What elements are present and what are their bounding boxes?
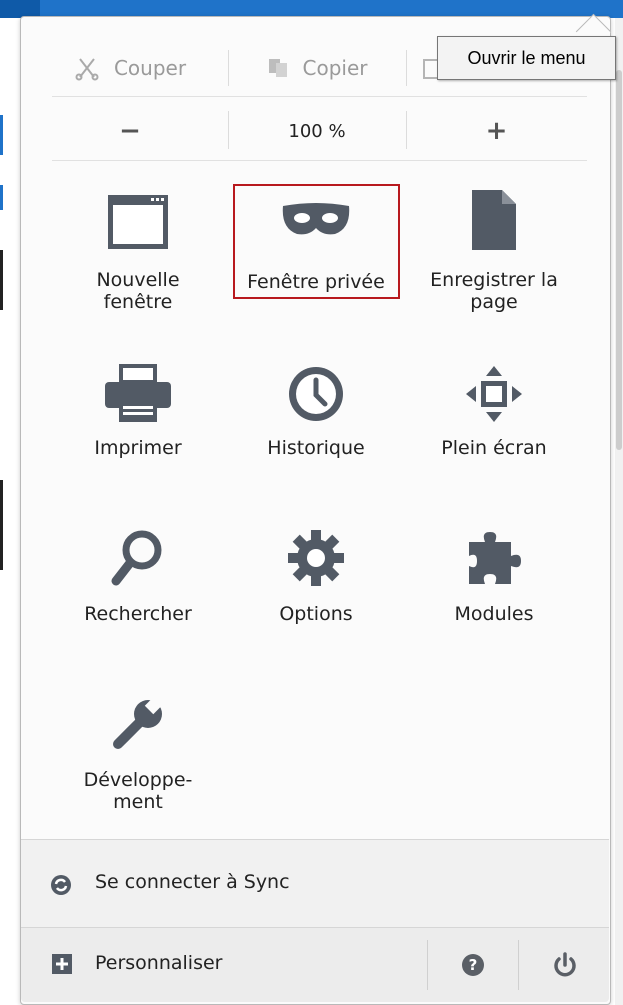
save-page-label-line2: page xyxy=(470,291,518,313)
history-button[interactable]: Historique xyxy=(226,360,406,470)
svg-text:?: ? xyxy=(469,956,478,974)
history-label: Historique xyxy=(267,437,365,459)
new-window-label-line2: fenêtre xyxy=(103,291,173,313)
developer-button[interactable]: Développe- ment xyxy=(48,690,228,825)
zoom-reset-button[interactable]: 100 % xyxy=(228,103,406,159)
new-window-label-line1: Nouvelle xyxy=(96,269,180,291)
save-page-button[interactable]: Enregistrer la page xyxy=(404,190,584,330)
addons-label: Modules xyxy=(454,603,534,625)
gear-icon xyxy=(288,530,344,586)
help-icon: ? xyxy=(462,954,484,976)
search-label: Rechercher xyxy=(84,603,192,625)
page-scrollbar-thumb[interactable] xyxy=(616,70,622,450)
zoom-in-button[interactable]: + xyxy=(406,103,587,159)
developer-label-line2: ment xyxy=(113,791,163,813)
sync-icon xyxy=(51,875,71,895)
copy-button[interactable]: Copier xyxy=(228,40,406,96)
highlight-box xyxy=(233,184,400,299)
save-page-label-line1: Enregistrer la xyxy=(430,269,558,291)
fullscreen-label: Plein écran xyxy=(441,437,547,459)
print-button[interactable]: Imprimer xyxy=(48,360,228,470)
window-icon xyxy=(108,195,168,249)
sync-label: Se connecter à Sync xyxy=(95,871,290,893)
page-edge-link xyxy=(0,185,3,210)
developer-label-line1: Développe- xyxy=(83,769,193,791)
power-icon xyxy=(554,952,576,977)
puzzle-icon xyxy=(469,532,521,584)
quit-button[interactable] xyxy=(519,928,609,1002)
plus-box-icon xyxy=(52,954,72,974)
separator xyxy=(52,160,587,161)
page-edge-link xyxy=(0,115,3,155)
page-edge-text xyxy=(0,480,3,570)
copy-label: Copier xyxy=(302,56,368,80)
customize-row: Personnaliser ? xyxy=(21,928,609,1002)
print-label: Imprimer xyxy=(94,437,182,459)
fullscreen-button[interactable]: Plein écran xyxy=(404,360,584,470)
clock-icon xyxy=(289,367,343,421)
page-edge-text xyxy=(0,250,3,310)
scissors-icon xyxy=(75,58,99,81)
menu-tooltip: Ouvrir le menu xyxy=(437,36,616,80)
search-button[interactable]: Rechercher xyxy=(48,526,228,636)
printer-icon xyxy=(105,364,171,422)
copy-icon xyxy=(268,59,287,77)
options-button[interactable]: Options xyxy=(226,526,406,636)
wrench-icon xyxy=(113,695,164,749)
search-icon xyxy=(111,530,162,586)
cut-button[interactable]: Couper xyxy=(32,40,228,96)
cut-label: Couper xyxy=(113,56,187,80)
new-window-button[interactable]: Nouvelle fenêtre xyxy=(48,190,228,330)
customize-label: Personnaliser xyxy=(95,952,223,974)
customize-button[interactable]: Personnaliser xyxy=(21,928,427,1002)
addons-button[interactable]: Modules xyxy=(404,526,584,636)
fullscreen-icon xyxy=(466,366,522,422)
zoom-out-button[interactable]: − xyxy=(32,103,228,159)
options-label: Options xyxy=(279,603,353,625)
sync-button[interactable]: Se connecter à Sync xyxy=(21,840,609,927)
separator xyxy=(52,96,587,97)
zoom-controls: − 100 % + xyxy=(32,103,587,159)
help-button[interactable]: ? xyxy=(428,928,518,1002)
page-icon xyxy=(472,190,516,250)
